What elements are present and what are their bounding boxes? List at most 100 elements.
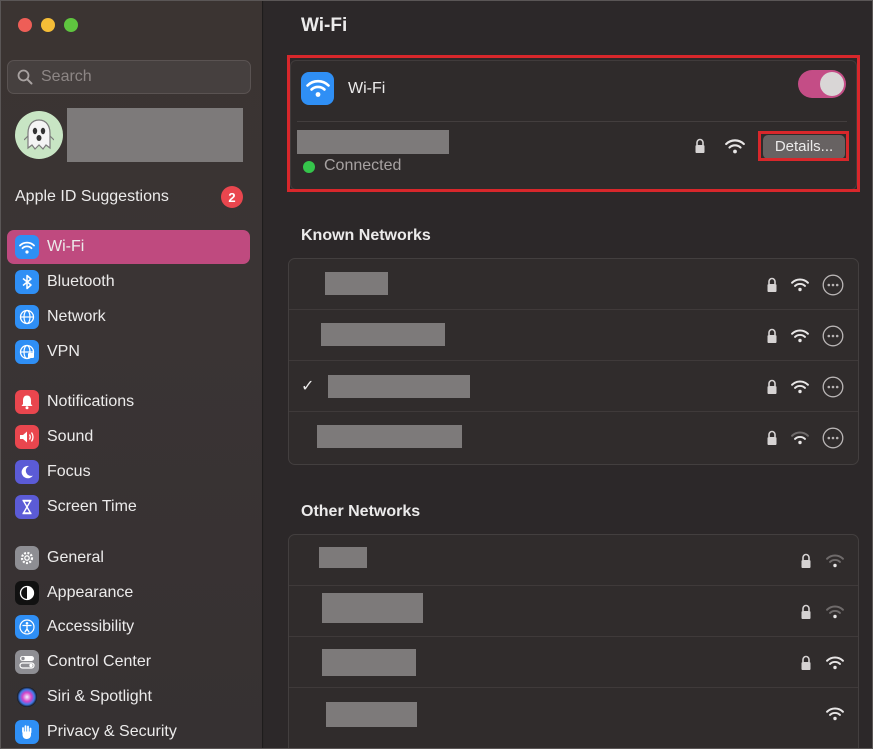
sidebar-item-sound[interactable]: Sound <box>7 420 250 454</box>
lock-icon <box>766 361 778 412</box>
lock-icon <box>766 412 778 463</box>
divider <box>297 121 847 122</box>
other-networks-heading: Other Networks <box>301 503 421 520</box>
network-name-redacted <box>322 649 416 676</box>
sidebar-item-label: Notifications <box>47 393 135 410</box>
wifi-app-icon <box>301 72 334 105</box>
list-item[interactable] <box>289 586 858 637</box>
more-options-icon[interactable] <box>822 310 844 361</box>
sidebar-item-privacy-security[interactable]: Privacy & Security <box>7 715 250 748</box>
list-item[interactable] <box>289 535 858 586</box>
sidebar-item-label: Appearance <box>47 584 134 601</box>
toggle-knob <box>820 72 844 96</box>
appearance-icon <box>15 581 39 605</box>
search-input[interactable] <box>41 68 231 86</box>
wifi-signal-icon <box>826 688 844 739</box>
known-networks-heading: Known Networks <box>301 227 431 244</box>
sidebar-item-label: VPN <box>47 343 80 360</box>
more-options-icon[interactable] <box>822 259 844 310</box>
network-name-redacted <box>328 375 470 398</box>
close-window-button[interactable] <box>18 18 32 32</box>
bell-icon <box>15 390 39 414</box>
list-item[interactable] <box>289 412 858 463</box>
sidebar-item-label: Control Center <box>47 653 152 670</box>
maximize-window-button[interactable] <box>64 18 78 32</box>
profile-name-redacted[interactable] <box>67 108 243 162</box>
sidebar-item-label: Screen Time <box>47 498 137 515</box>
sidebar-item-wifi[interactable]: Wi-Fi <box>7 230 250 264</box>
sidebar-item-label: Sound <box>47 428 94 445</box>
apple-id-suggestions[interactable]: Apple ID Suggestions 2 <box>15 185 243 209</box>
sidebar-item-accessibility[interactable]: Accessibility <box>7 610 250 644</box>
toggles-icon <box>15 650 39 674</box>
settings-window: Apple ID Suggestions 2 Wi-Fi Bluetooth N… <box>0 0 873 749</box>
sidebar-item-label: Privacy & Security <box>47 723 177 740</box>
wifi-card-label: Wi-Fi <box>348 80 386 97</box>
sidebar-item-vpn[interactable]: VPN <box>7 335 250 369</box>
list-item[interactable] <box>289 688 858 739</box>
sidebar-item-bluetooth[interactable]: Bluetooth <box>7 265 250 299</box>
speaker-icon <box>15 425 39 449</box>
more-options-icon[interactable] <box>822 412 844 463</box>
lock-icon <box>766 310 778 361</box>
wifi-signal-icon <box>725 139 745 154</box>
sidebar-item-label: Bluetooth <box>47 273 115 290</box>
sidebar-item-siri-spotlight[interactable]: Siri & Spotlight <box>7 680 250 714</box>
sidebar-item-notifications[interactable]: Notifications <box>7 385 250 419</box>
sidebar-item-network[interactable]: Network <box>7 300 250 334</box>
sidebar-item-control-center[interactable]: Control Center <box>7 645 250 679</box>
sidebar-item-general[interactable]: General <box>7 541 250 575</box>
wifi-toggle[interactable] <box>798 70 846 98</box>
connected-status-dot <box>303 161 315 173</box>
apple-id-suggestions-label: Apple ID Suggestions <box>15 188 169 205</box>
network-name-redacted <box>317 425 462 448</box>
sidebar-item-label: Focus <box>47 463 91 480</box>
sidebar-item-label: Wi-Fi <box>47 238 85 255</box>
wifi-icon <box>15 235 39 259</box>
minimize-window-button[interactable] <box>41 18 55 32</box>
network-name-redacted <box>319 547 367 568</box>
sidebar-item-label: Accessibility <box>47 618 135 635</box>
checkmark-icon: ✓ <box>301 378 315 395</box>
wifi-signal-icon <box>791 310 809 361</box>
sidebar-item-focus[interactable]: Focus <box>7 455 250 489</box>
avatar[interactable] <box>15 111 63 159</box>
more-options-icon[interactable] <box>822 361 844 412</box>
network-name-redacted <box>325 272 388 295</box>
globe-icon <box>15 305 39 329</box>
ghost-icon <box>24 119 54 150</box>
sidebar-item-label: Siri & Spotlight <box>47 688 152 705</box>
details-button[interactable]: Details... <box>763 135 845 159</box>
list-item[interactable]: ✓ <box>289 361 858 412</box>
wifi-signal-icon <box>826 586 844 637</box>
sidebar-item-screen-time[interactable]: Screen Time <box>7 490 250 524</box>
vpn-globe-icon <box>15 340 39 364</box>
current-network-name-redacted <box>297 130 449 154</box>
search-icon <box>17 69 33 85</box>
sidebar-item-label: General <box>47 549 104 566</box>
sidebar-item-label: Network <box>47 308 106 325</box>
lock-icon <box>800 586 812 637</box>
list-item[interactable] <box>289 259 858 310</box>
list-item[interactable] <box>289 637 858 688</box>
wifi-signal-icon <box>826 535 844 586</box>
network-name-redacted <box>322 593 423 623</box>
accessibility-icon <box>15 615 39 639</box>
bluetooth-icon <box>15 270 39 294</box>
moon-icon <box>15 460 39 484</box>
known-networks-list: ✓ <box>288 258 859 465</box>
list-item[interactable] <box>289 310 858 361</box>
window-controls <box>18 18 78 32</box>
main-pane: Wi-Fi Wi-Fi Connected Details... Known N… <box>264 1 872 748</box>
network-name-redacted <box>326 702 417 727</box>
search-field[interactable] <box>7 60 251 94</box>
lock-icon <box>695 138 705 153</box>
network-name-redacted <box>321 323 445 346</box>
siri-icon <box>15 685 39 709</box>
wifi-signal-icon <box>826 637 844 688</box>
sidebar-item-appearance[interactable]: Appearance <box>7 576 250 610</box>
hourglass-icon <box>15 495 39 519</box>
other-networks-list <box>288 534 859 748</box>
connection-status: Connected <box>324 157 402 174</box>
notification-badge: 2 <box>221 186 243 208</box>
